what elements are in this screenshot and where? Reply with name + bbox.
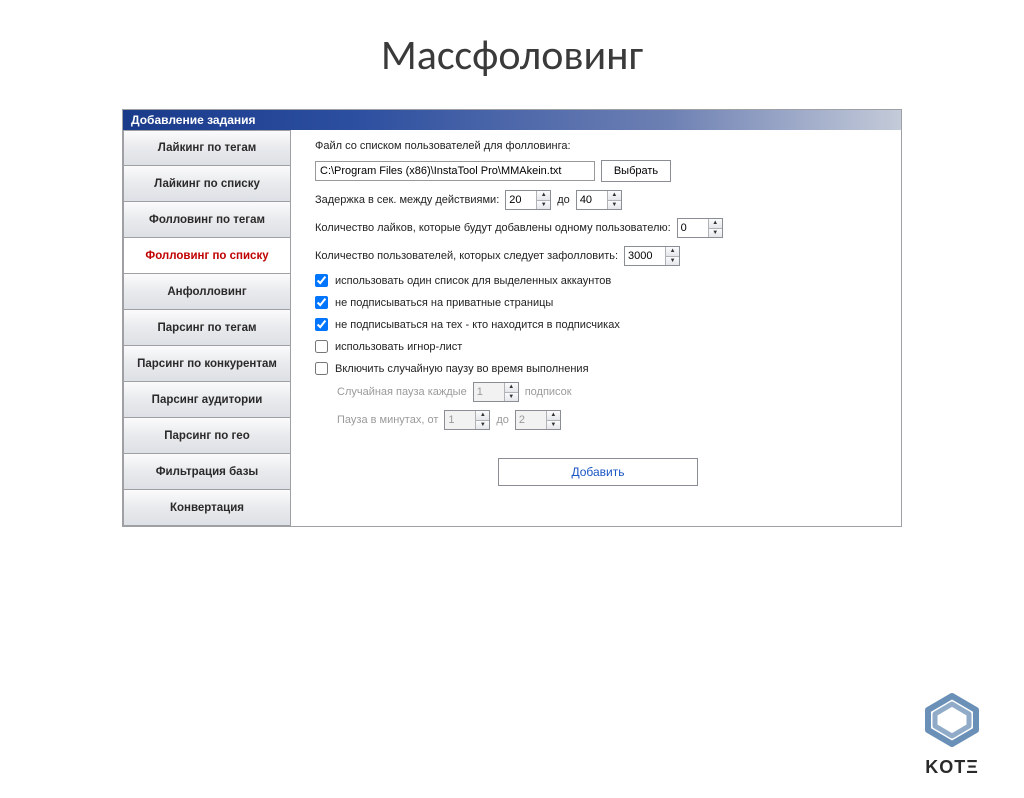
random-pause-every-input bbox=[474, 383, 504, 401]
ignore-list-checkbox[interactable] bbox=[315, 340, 328, 353]
spin-up-icon[interactable]: ▲ bbox=[709, 219, 722, 229]
users-input[interactable] bbox=[625, 247, 665, 265]
pause-min-label: Пауза в минутах, от bbox=[337, 414, 438, 426]
checkbox-row-4: использовать игнор-лист bbox=[315, 340, 881, 353]
delay-to-spinner[interactable]: ▲▼ bbox=[576, 190, 622, 210]
file-label: Файл со списком пользователей для фоллов… bbox=[315, 140, 571, 152]
sidebar-item-1[interactable]: Лайкинг по списку bbox=[123, 166, 291, 202]
spin-down-icon[interactable]: ▼ bbox=[608, 201, 621, 210]
checkbox-row-3: не подписываться на тех - кто находится … bbox=[315, 318, 881, 331]
spin-down-icon[interactable]: ▼ bbox=[666, 257, 679, 266]
likes-label: Количество лайков, которые будут добавле… bbox=[315, 222, 671, 234]
delay-to-input[interactable] bbox=[577, 191, 607, 209]
sidebar-item-6[interactable]: Парсинг по конкурентам bbox=[123, 346, 291, 382]
likes-spinner[interactable]: ▲▼ bbox=[677, 218, 723, 238]
random-pause-every-label: Случайная пауза каждые bbox=[337, 386, 467, 398]
skip-followers-label[interactable]: не подписываться на тех - кто находится … bbox=[335, 319, 620, 331]
spin-up-icon[interactable]: ▲ bbox=[537, 191, 550, 201]
sidebar-item-3[interactable]: Фолловинг по списку bbox=[123, 238, 291, 274]
sidebar-item-0[interactable]: Лайкинг по тегам bbox=[123, 130, 291, 166]
pause-min-to-input bbox=[516, 411, 546, 429]
skip-private-label[interactable]: не подписываться на приватные страницы bbox=[335, 297, 553, 309]
pause-min-to-spinner: ▲▼ bbox=[515, 410, 561, 430]
delay-from-spinner[interactable]: ▲▼ bbox=[505, 190, 551, 210]
window-body: Лайкинг по тегамЛайкинг по спискуФоллови… bbox=[123, 130, 901, 526]
random-pause-every-spinner: ▲▼ bbox=[473, 382, 519, 402]
hexagon-logo-icon bbox=[920, 692, 984, 748]
sidebar-item-9[interactable]: Фильтрация базы bbox=[123, 454, 291, 490]
checkbox-row-5: Включить случайную паузу во время выполн… bbox=[315, 362, 881, 375]
spin-down-icon: ▼ bbox=[505, 393, 518, 402]
delay-label: Задержка в сек. между действиями: bbox=[315, 194, 499, 206]
likes-input[interactable] bbox=[678, 219, 708, 237]
sidebar-item-7[interactable]: Парсинг аудитории bbox=[123, 382, 291, 418]
sidebar-item-2[interactable]: Фолловинг по тегам bbox=[123, 202, 291, 238]
choose-file-button[interactable]: Выбрать bbox=[601, 160, 671, 182]
random-pause-unit: подписок bbox=[525, 386, 572, 398]
ignore-list-label[interactable]: использовать игнор-лист bbox=[335, 341, 462, 353]
use-one-list-label[interactable]: использовать один список для выделенных … bbox=[335, 275, 611, 287]
delay-to-word: до bbox=[557, 194, 570, 206]
checkbox-row-1: использовать один список для выделенных … bbox=[315, 274, 881, 287]
file-path-input[interactable] bbox=[315, 161, 595, 181]
window-title-bar: Добавление задания bbox=[123, 110, 901, 130]
sidebar-item-5[interactable]: Парсинг по тегам bbox=[123, 310, 291, 346]
sidebar-item-4[interactable]: Анфолловинг bbox=[123, 274, 291, 310]
spin-up-icon[interactable]: ▲ bbox=[666, 247, 679, 257]
sidebar-item-8[interactable]: Парсинг по гео bbox=[123, 418, 291, 454]
slide-title: Массфоловинг bbox=[0, 30, 1024, 81]
skip-followers-checkbox[interactable] bbox=[315, 318, 328, 331]
users-label: Количество пользователей, которых следуе… bbox=[315, 250, 618, 262]
delay-from-input[interactable] bbox=[506, 191, 536, 209]
spin-up-icon: ▲ bbox=[547, 411, 560, 421]
add-button[interactable]: Добавить bbox=[498, 458, 698, 486]
sidebar: Лайкинг по тегамЛайкинг по спискуФоллови… bbox=[123, 130, 291, 526]
spin-up-icon: ▲ bbox=[476, 411, 489, 421]
spin-down-icon[interactable]: ▼ bbox=[537, 201, 550, 210]
random-pause-checkbox[interactable] bbox=[315, 362, 328, 375]
brand-logo: KOTΞ bbox=[920, 692, 984, 778]
app-window: Добавление задания Лайкинг по тегамЛайки… bbox=[122, 109, 902, 527]
spin-down-icon[interactable]: ▼ bbox=[709, 229, 722, 238]
pause-min-from-spinner: ▲▼ bbox=[444, 410, 490, 430]
random-pause-label[interactable]: Включить случайную паузу во время выполн… bbox=[335, 363, 589, 375]
pause-min-to-word: до bbox=[496, 414, 509, 426]
skip-private-checkbox[interactable] bbox=[315, 296, 328, 309]
spin-up-icon: ▲ bbox=[505, 383, 518, 393]
pause-min-from-input bbox=[445, 411, 475, 429]
checkbox-row-2: не подписываться на приватные страницы bbox=[315, 296, 881, 309]
use-one-list-checkbox[interactable] bbox=[315, 274, 328, 287]
content-panel: Файл со списком пользователей для фоллов… bbox=[291, 130, 901, 526]
sidebar-item-10[interactable]: Конвертация bbox=[123, 490, 291, 526]
spin-down-icon: ▼ bbox=[476, 421, 489, 430]
spin-up-icon[interactable]: ▲ bbox=[608, 191, 621, 201]
users-spinner[interactable]: ▲▼ bbox=[624, 246, 680, 266]
spin-down-icon: ▼ bbox=[547, 421, 560, 430]
